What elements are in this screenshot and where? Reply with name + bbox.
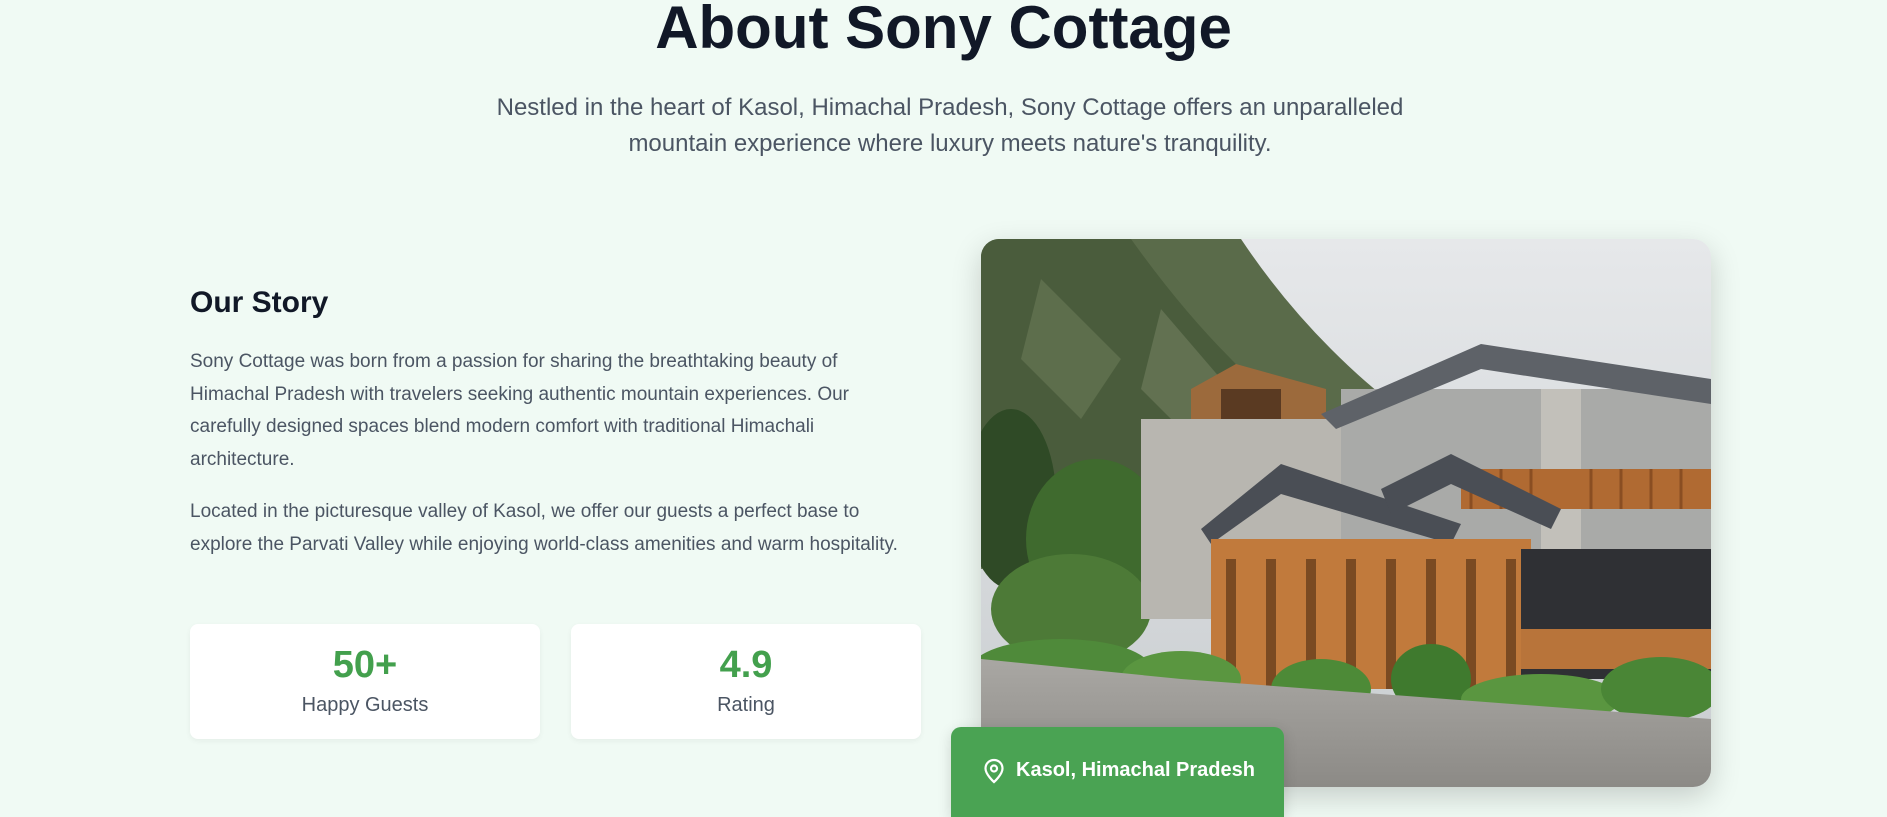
story-paragraph: Located in the picturesque valley of Kas…	[190, 501, 898, 555]
story-heading: Our Story	[190, 286, 329, 319]
location-badge: Kasol, Himachal Pradesh	[951, 727, 1284, 817]
stat-card-rating: 4.9 Rating	[571, 624, 921, 739]
story-paragraph: Sony Cottage was born from a passion for…	[190, 351, 849, 470]
cottage-photo	[981, 239, 1711, 787]
stat-card-happy-guests: 50+ Happy Guests	[190, 624, 540, 739]
map-pin-icon	[984, 758, 1004, 784]
stat-label: Happy Guests	[301, 694, 429, 716]
page-title: About Sony Cottage	[655, 0, 1232, 61]
page-subtitle: Nestled in the heart of Kasol, Himachal …	[496, 94, 1404, 157]
stat-value: 50+	[332, 644, 398, 686]
stat-label: Rating	[717, 694, 775, 716]
stat-value: 4.9	[719, 644, 773, 686]
location-label: Kasol, Himachal Pradesh	[1016, 759, 1255, 781]
